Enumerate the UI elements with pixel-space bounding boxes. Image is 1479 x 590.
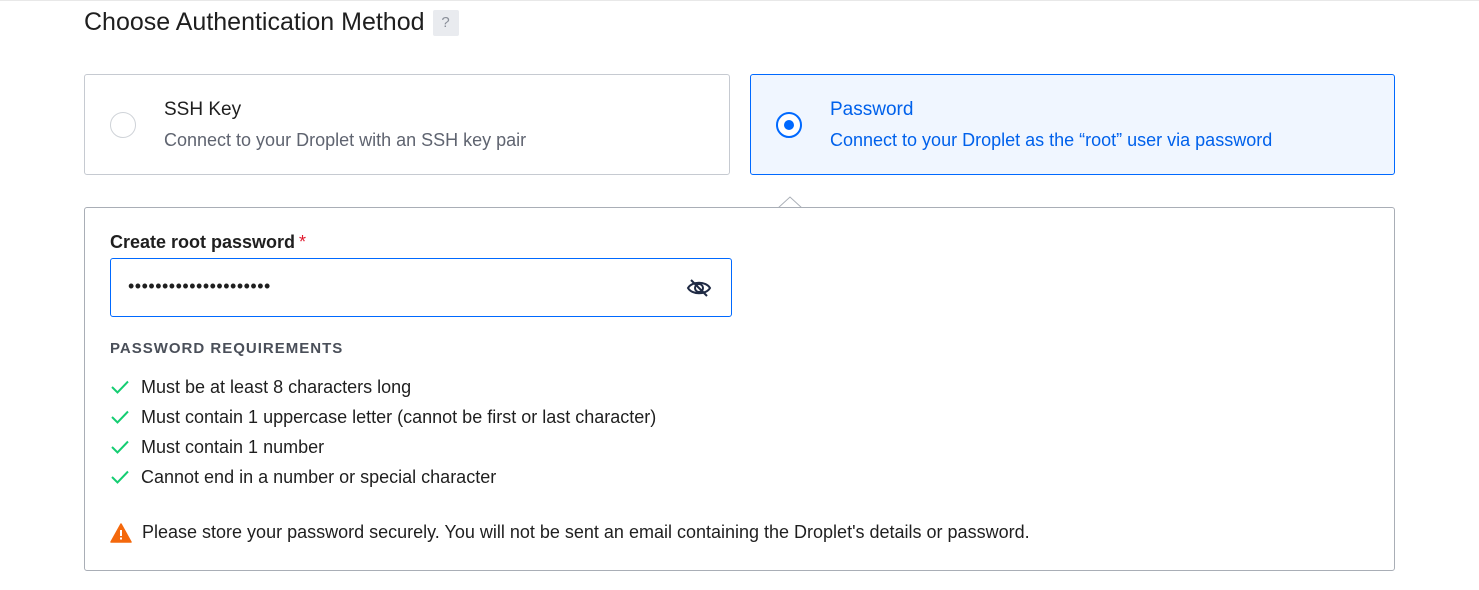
password-title: Password — [830, 99, 914, 120]
check-icon — [111, 470, 129, 484]
check-icon — [111, 380, 129, 394]
requirements-heading: PASSWORD REQUIREMENTS — [110, 340, 344, 357]
option-ssh-key[interactable]: SSH Key Connect to your Droplet with an … — [84, 74, 730, 175]
eye-slash-icon[interactable] — [685, 277, 713, 299]
password-value: ••••••••••••••••••••• — [128, 276, 271, 296]
requirement-text: Cannot end in a number or special charac… — [141, 466, 497, 487]
ssh-key-description: Connect to your Droplet with an SSH key … — [164, 130, 527, 150]
ssh-key-radio[interactable] — [110, 112, 136, 138]
required-asterisk: * — [299, 232, 307, 252]
password-panel: Create root password * ••••••••••••••••••… — [84, 207, 1395, 571]
section-header: Choose Authentication Method ? — [84, 8, 459, 37]
help-icon[interactable]: ? — [432, 9, 459, 36]
check-icon — [111, 440, 129, 454]
root-password-input[interactable]: ••••••••••••••••••••• — [110, 258, 732, 317]
password-description: Connect to your Droplet as the “root” us… — [830, 130, 1273, 150]
requirement-item: Must contain 1 number — [110, 432, 656, 462]
password-warning: Please store your password securely. You… — [110, 522, 1030, 543]
requirement-text: Must contain 1 number — [141, 436, 325, 457]
warning-triangle-icon — [110, 522, 132, 543]
ssh-key-title: SSH Key — [164, 99, 242, 120]
check-icon — [111, 410, 129, 424]
password-label-text: Create root password — [110, 232, 296, 252]
password-radio[interactable] — [776, 112, 802, 138]
section-title: Choose Authentication Method — [84, 8, 425, 36]
option-password[interactable]: Password Connect to your Droplet as the … — [750, 74, 1395, 175]
auth-method-section: Choose Authentication Method ? SSH Key C… — [0, 0, 1479, 590]
requirement-item: Must be at least 8 characters long — [110, 372, 656, 402]
requirement-text: Must be at least 8 characters long — [141, 376, 412, 397]
requirements-list: Must be at least 8 characters long Must … — [110, 372, 656, 492]
requirement-item: Must contain 1 uppercase letter (cannot … — [110, 402, 656, 432]
password-field-label: Create root password * — [110, 232, 306, 253]
warning-text: Please store your password securely. You… — [142, 522, 1030, 542]
requirement-text: Must contain 1 uppercase letter (cannot … — [141, 406, 657, 427]
top-divider — [0, 0, 1479, 1]
requirement-item: Cannot end in a number or special charac… — [110, 462, 656, 492]
